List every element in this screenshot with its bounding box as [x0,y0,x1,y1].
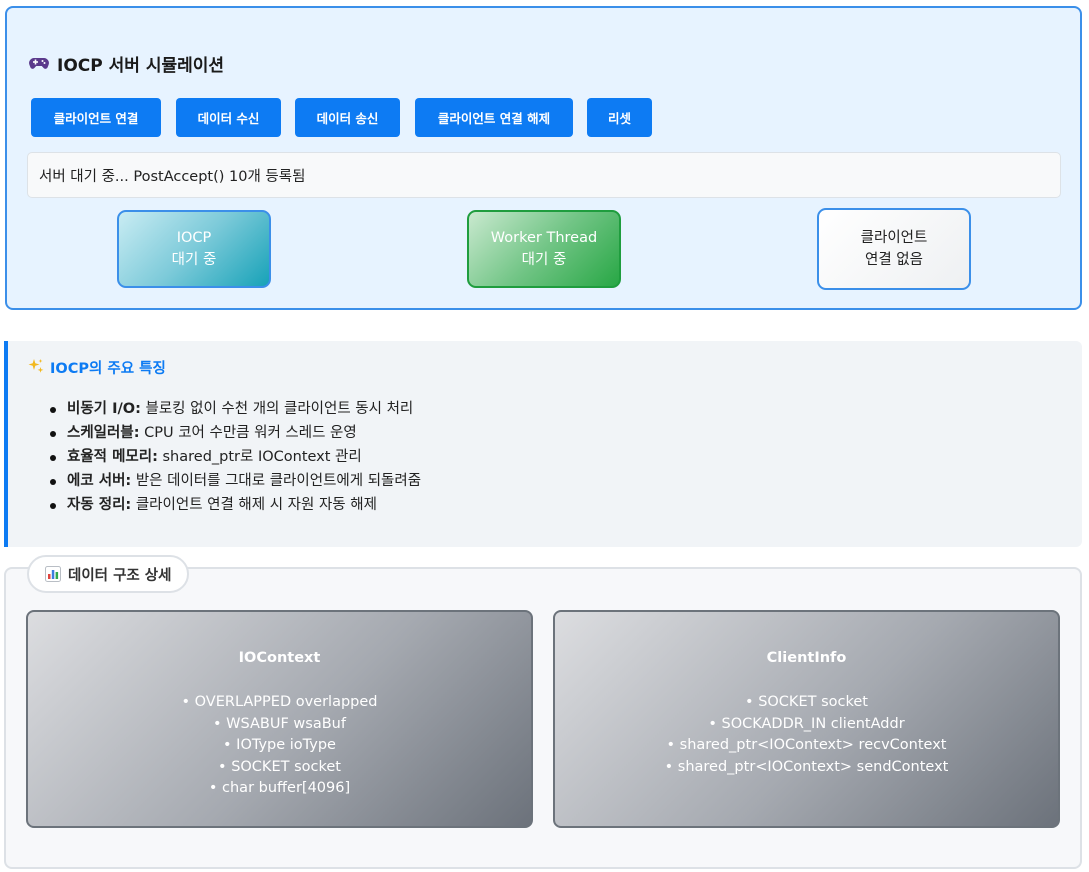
data-structures-legend: 데이터 구조 상세 [27,555,190,593]
feature-text: 블로킹 없이 수천 개의 클라이언트 동시 처리 [140,401,414,417]
clientinfo-card: ClientInfo • SOCKET socket • SOCKADDR_IN… [553,610,1060,828]
feature-label: 스케일러블: [67,425,140,441]
feature-label: 비동기 I/O: [67,401,141,417]
card-field: • OVERLAPPED overlapped [181,694,378,710]
list-item: 스케일러블: CPU 코어 수만큼 워커 스레드 운영 [48,421,421,445]
client-node-name: 클라이언트 [860,230,928,246]
data-structures-legend-text: 데이터 구조 상세 [68,567,172,584]
card-field: • IOType ioType [223,737,336,753]
feature-text: CPU 코어 수만큼 워커 스레드 운영 [139,425,357,441]
feature-text: shared_ptr로 IOContext 관리 [157,449,362,465]
worker-node-state: 대기 중 [521,252,567,268]
iocontext-card: IOContext • OVERLAPPED overlapped • WSAB… [26,610,533,828]
data-structures-panel: 데이터 구조 상세 IOContext • OVERLAPPED overlap… [4,555,1082,869]
iocp-node-state: 대기 중 [171,252,217,268]
list-item: 비동기 I/O: 블로킹 없이 수천 개의 클라이언트 동시 처리 [48,397,421,421]
iocp-node-name: IOCP [176,230,212,246]
list-item: 효율적 메모리: shared_ptr로 IOContext 관리 [48,445,421,469]
list-item: 자동 정리: 클라이언트 연결 해제 시 자원 자동 해제 [48,493,421,517]
receive-data-button[interactable]: 데이터 수신 [176,98,281,137]
card-field: • SOCKET socket [218,758,341,775]
connect-client-button[interactable]: 클라이언트 연결 [31,98,161,137]
sparkle-icon [28,358,44,378]
feature-label: 에코 서버: [67,473,132,489]
simulation-title: IOCP 서버 시뮬레이션 [29,50,224,76]
client-node-state: 연결 없음 [865,252,923,268]
status-text: 서버 대기 중... PostAccept() 10개 등록됨 [39,168,306,185]
list-item: 에코 서버: 받은 데이터를 그대로 클라이언트에게 되돌려줌 [48,469,421,493]
feature-label: 자동 정리: [67,497,132,513]
worker-node-name: Worker Thread [490,230,598,246]
features-panel: IOCP의 주요 특징 비동기 I/O: 블로킹 없이 수천 개의 클라이언트 … [4,341,1082,547]
card-field: • WSABUF wsaBuf [213,715,346,732]
reset-button[interactable]: 리셋 [587,98,652,137]
card-field: • shared_ptr<IOContext> recvContext [666,737,947,753]
card-field: • SOCKET socket [745,694,868,710]
feature-label: 효율적 메모리: [67,449,158,465]
worker-thread-node: Worker Thread 대기 중 [467,210,621,288]
gamepad-icon [29,55,49,71]
card-field: • shared_ptr<IOContext> sendContext [664,758,949,775]
iocp-node: IOCP 대기 중 [117,210,271,288]
client-node: 클라이언트 연결 없음 [817,208,971,290]
card-fields: • OVERLAPPED overlapped • WSABUF wsaBuf … [28,692,531,800]
card-title: IOContext [238,650,321,666]
features-title: IOCP의 주요 특징 [28,357,166,378]
card-field: • SOCKADDR_IN clientAddr [708,715,905,732]
card-fields: • SOCKET socket • SOCKADDR_IN clientAddr… [555,692,1058,778]
features-list: 비동기 I/O: 블로킹 없이 수천 개의 클라이언트 동시 처리 스케일러블:… [48,397,421,517]
simulation-title-text: IOCP 서버 시뮬레이션 [57,55,225,76]
disconnect-client-button[interactable]: 클라이언트 연결 해제 [415,98,573,137]
card-field: • char buffer[4096] [208,780,351,796]
features-title-text: IOCP의 주요 특징 [50,361,166,377]
feature-text: 클라이언트 연결 해제 시 자원 자동 해제 [131,497,377,513]
send-data-button[interactable]: 데이터 송신 [295,98,400,137]
status-log: 서버 대기 중... PostAccept() 10개 등록됨 [27,152,1061,198]
feature-text: 받은 데이터를 그대로 클라이언트에게 되돌려줌 [131,473,422,489]
card-title: ClientInfo [766,650,847,666]
bar-chart-icon [45,566,61,582]
simulation-panel: IOCP 서버 시뮬레이션 클라이언트 연결 데이터 수신 데이터 송신 클라이… [5,6,1082,310]
